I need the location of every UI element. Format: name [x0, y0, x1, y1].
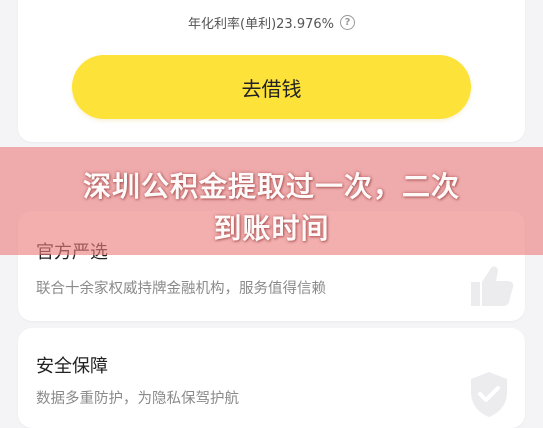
thumbs-up-icon — [471, 266, 514, 306]
article-title: 深圳公积金提取过一次，二次 到账时间 — [0, 166, 543, 250]
feature-description: 联合十余家权威持牌金融机构，服务值得信赖 — [36, 281, 326, 297]
article-title-line-1: 深圳公积金提取过一次，二次 — [82, 170, 460, 203]
borrow-button[interactable]: 去借钱 — [72, 55, 471, 119]
interest-rate: 年化利率(单利)23.976% ? — [18, 13, 525, 32]
article-title-line-2: 到账时间 — [213, 212, 330, 245]
feature-title: 安全保障 — [36, 356, 108, 377]
feature-description: 数据多重防护，为隐私保驾护航 — [36, 391, 239, 407]
interest-rate-text: 年化利率(单利)23.976% — [188, 17, 334, 32]
borrow-button-label: 去借钱 — [241, 76, 302, 101]
loan-card: 年化利率(单利)23.976% ? 去借钱 — [18, 0, 525, 142]
question-circle-icon[interactable]: ? — [339, 15, 355, 30]
shield-check-icon — [471, 372, 507, 417]
feature-card-security: 安全保障 数据多重防护，为隐私保驾护航 — [18, 328, 525, 428]
